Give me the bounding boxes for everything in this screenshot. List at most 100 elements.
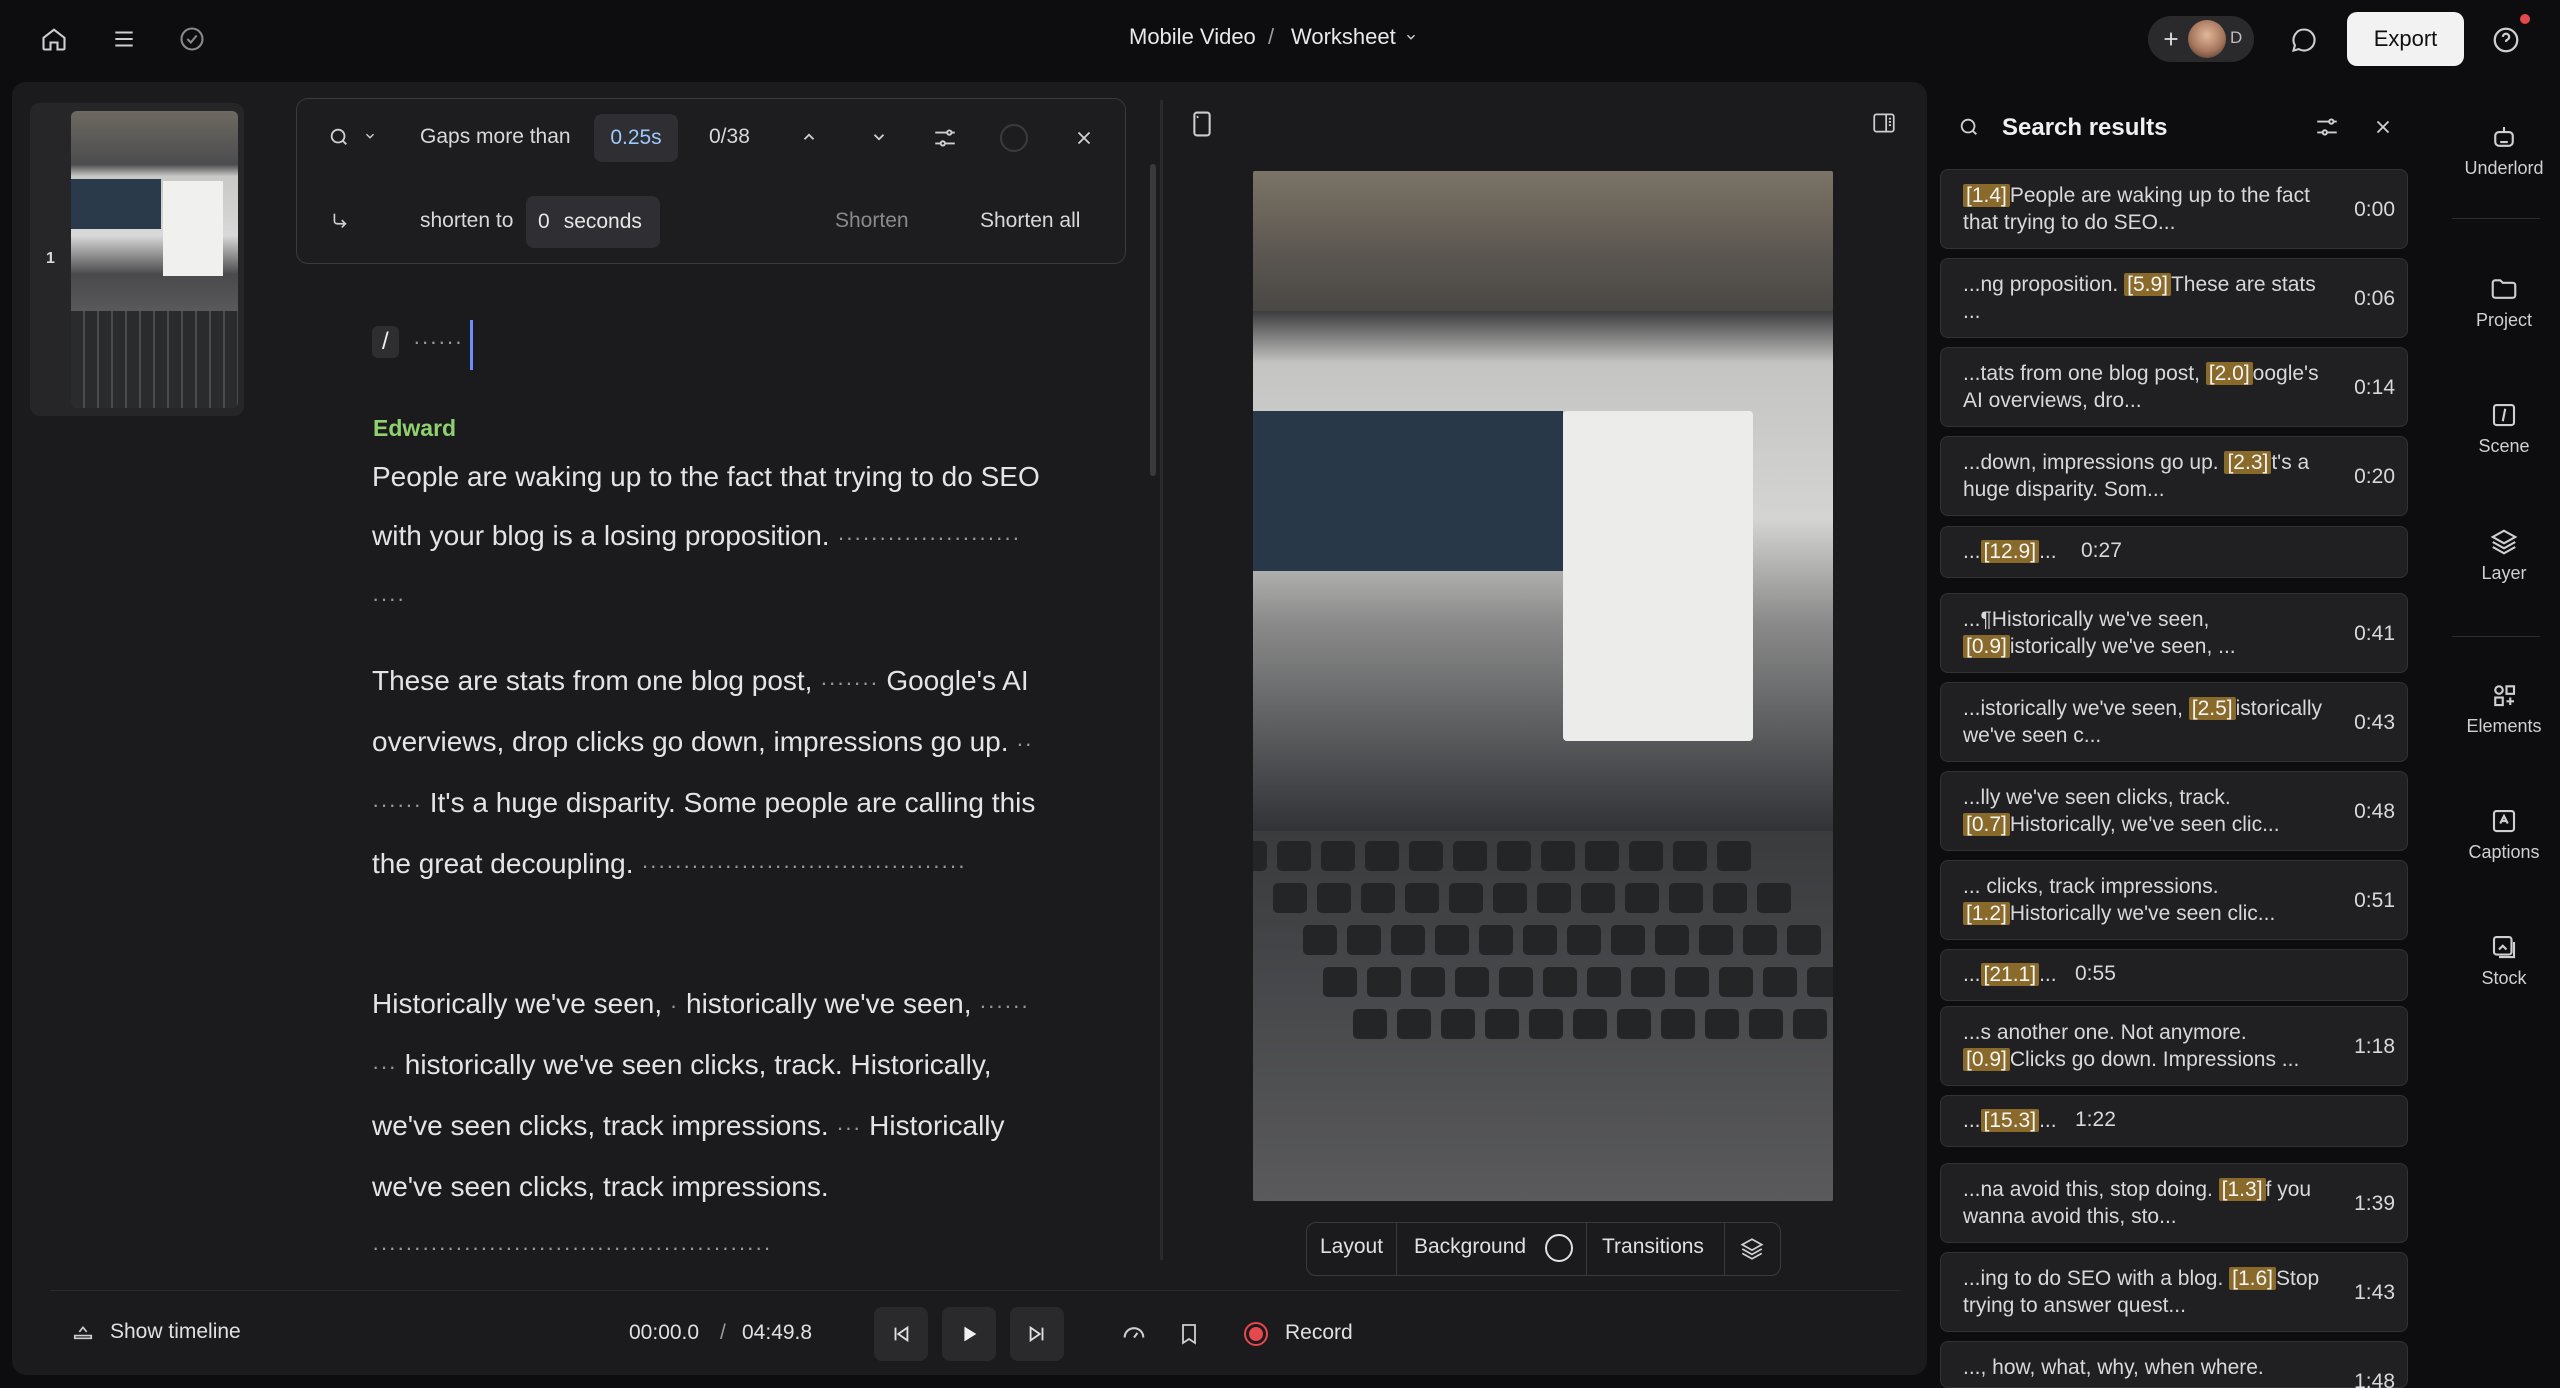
collaborators-group[interactable]: D	[2148, 16, 2254, 62]
search-icon[interactable]	[326, 124, 352, 150]
keyboard-key	[1807, 967, 1833, 997]
menu-icon[interactable]	[104, 22, 144, 56]
search-results-title: Search results	[2002, 114, 2168, 141]
keyboard-key	[1321, 841, 1355, 871]
shorten-all-button[interactable]: Shorten all	[980, 209, 1080, 233]
search-result-item[interactable]: ... [21.1]... 0:55	[1940, 949, 2408, 1001]
transcript-paragraph[interactable]: People are waking up to the fact that tr…	[372, 447, 1052, 628]
layout-button[interactable]: Layout	[1320, 1235, 1383, 1259]
result-prefix: ...na avoid this, stop doing.	[1963, 1178, 2219, 1201]
rail-captions[interactable]: Captions	[2448, 806, 2560, 863]
toggle-panel-icon[interactable]	[1868, 108, 1900, 138]
rail-project[interactable]: Project	[2448, 274, 2560, 331]
filter-settings-icon[interactable]	[2312, 112, 2342, 142]
avatar[interactable]	[2188, 20, 2226, 58]
home-icon[interactable]	[34, 22, 74, 56]
record-icon[interactable]	[1244, 1322, 1268, 1346]
result-prefix: ...	[1963, 1109, 1981, 1132]
next-match-icon[interactable]	[866, 124, 892, 150]
breadcrumb-project[interactable]: Mobile Video	[1129, 24, 1256, 50]
avatar-initial: D	[2230, 28, 2243, 47]
gap-marker[interactable]: ········································…	[372, 1235, 772, 1254]
rail-elements[interactable]: Elements	[2448, 680, 2560, 737]
layers-icon[interactable]	[1736, 1234, 1768, 1264]
skip-back-button[interactable]	[874, 1307, 928, 1361]
help-icon[interactable]	[2488, 22, 2524, 58]
rail-underlord[interactable]: Underlord	[2448, 122, 2560, 179]
search-result-text: ... [21.1]...	[1963, 961, 2057, 988]
breadcrumb-document[interactable]: Worksheet	[1291, 24, 1396, 50]
keyboard-key	[1749, 1009, 1783, 1039]
keyboard-key	[1367, 967, 1401, 997]
search-result-item[interactable]: ...ing to do SEO with a blog. [1.6] Stop …	[1940, 1252, 2408, 1332]
gap-marker[interactable]: ······················	[837, 525, 1020, 550]
search-result-item[interactable]: ...istorically we've seen, [2.5] istorica…	[1940, 682, 2408, 762]
chevron-down-icon[interactable]	[1404, 30, 1418, 44]
video-preview[interactable]	[1253, 171, 1833, 1201]
search-result-item[interactable]: ...¶Historically we've seen, [0.9] istori…	[1940, 593, 2408, 673]
transitions-button[interactable]: Transitions	[1602, 1235, 1704, 1259]
search-mode-chevron-icon[interactable]	[362, 128, 378, 144]
transcript-paragraph[interactable]: Historically we've seen, · historically …	[372, 974, 1052, 1254]
scene-thumbnail[interactable]	[71, 111, 238, 408]
search-result-text: [1.4] People are waking up to the fact th…	[1963, 182, 2333, 236]
keyboard-key	[1787, 925, 1821, 955]
gap-marker[interactable]: ·······	[820, 670, 878, 695]
gap-marker[interactable]: ·······································	[641, 853, 966, 878]
shorten-button[interactable]: Shorten	[835, 209, 909, 233]
bookmark-icon[interactable]	[1174, 1318, 1204, 1350]
speaker-name[interactable]: Edward	[373, 415, 456, 442]
search-result-item[interactable]: ..., how, what, why, when where. 1:48	[1940, 1341, 2408, 1388]
transcript-slash[interactable]: / ······	[372, 320, 473, 370]
gap-threshold-input[interactable]: 0.25s	[594, 114, 678, 162]
search-result-item[interactable]: ...tats from one blog post, [2.0] oogle's…	[1940, 347, 2408, 427]
search-result-item[interactable]: [1.4] People are waking up to the fact th…	[1940, 169, 2408, 249]
current-time: 00:00.0	[629, 1321, 700, 1344]
check-circle-icon[interactable]	[172, 22, 212, 56]
transcript-scrollbar[interactable]	[1150, 164, 1156, 476]
record-button[interactable]: Record	[1285, 1321, 1353, 1345]
previous-match-icon[interactable]	[796, 124, 822, 150]
shorten-duration-input[interactable]: 0 seconds	[526, 196, 660, 248]
skip-forward-button[interactable]	[1010, 1307, 1064, 1361]
rail-stock[interactable]: Stock	[2448, 932, 2560, 989]
rail-layer[interactable]: Layer	[2448, 527, 2560, 584]
scene-number: 1	[46, 250, 55, 267]
keyboard-key	[1323, 967, 1357, 997]
gap-marker[interactable]: ·	[670, 993, 678, 1018]
result-timestamp: 0:00	[2354, 198, 2395, 221]
timeline-icon[interactable]	[70, 1318, 96, 1344]
comment-icon[interactable]	[2286, 22, 2322, 58]
keyboard-key	[1573, 1009, 1607, 1039]
add-collaborator-icon[interactable]	[2156, 24, 2186, 54]
search-result-item[interactable]: ...ng proposition. [5.9] These are stats …	[1940, 258, 2408, 338]
aspect-ratio-icon[interactable]	[1188, 108, 1216, 140]
gap-marker[interactable]: ···	[836, 1115, 861, 1140]
search-result-item[interactable]: ... clicks, track impressions. [1.2] Hist…	[1940, 860, 2408, 940]
playback-speed-icon[interactable]	[1118, 1318, 1150, 1350]
export-button[interactable]: Export	[2347, 12, 2464, 66]
close-icon[interactable]	[2368, 112, 2398, 142]
keyboard-key	[1409, 841, 1443, 871]
result-timestamp: 0:27	[2081, 539, 2122, 562]
filter-settings-icon[interactable]	[930, 124, 960, 152]
keyboard-key	[1347, 925, 1381, 955]
close-icon[interactable]	[1070, 124, 1098, 152]
transcript-paragraph[interactable]: These are stats from one blog post, ····…	[372, 651, 1052, 895]
search-result-item[interactable]: ... [12.9]... 0:27	[1940, 526, 2408, 578]
rail-scene[interactable]: Scene	[2448, 400, 2560, 457]
search-result-item[interactable]: ...s another one. Not anymore. [0.9] Clic…	[1940, 1006, 2408, 1086]
search-result-item[interactable]: ...down, impressions go up. [2.3] t's a h…	[1940, 436, 2408, 516]
panel-divider[interactable]	[1160, 100, 1163, 1260]
search-result-item[interactable]: ...na avoid this, stop doing. [1.3] f you…	[1940, 1163, 2408, 1243]
play-button[interactable]	[942, 1307, 996, 1361]
result-prefix: ...lly we've seen clicks, track.	[1963, 786, 2231, 809]
background-color-swatch[interactable]	[1545, 1234, 1573, 1262]
search-result-text: ... [15.3]...	[1963, 1107, 2057, 1134]
gap-duration-highlight: [1.3]	[2218, 1178, 2266, 1201]
search-result-item[interactable]: ...lly we've seen clicks, track. [0.7] Hi…	[1940, 771, 2408, 851]
search-result-item[interactable]: ... [15.3]... 1:22	[1940, 1095, 2408, 1147]
background-button[interactable]: Background	[1414, 1235, 1526, 1259]
show-timeline-button[interactable]: Show timeline	[110, 1320, 241, 1344]
result-timestamp: 1:18	[2354, 1035, 2395, 1058]
